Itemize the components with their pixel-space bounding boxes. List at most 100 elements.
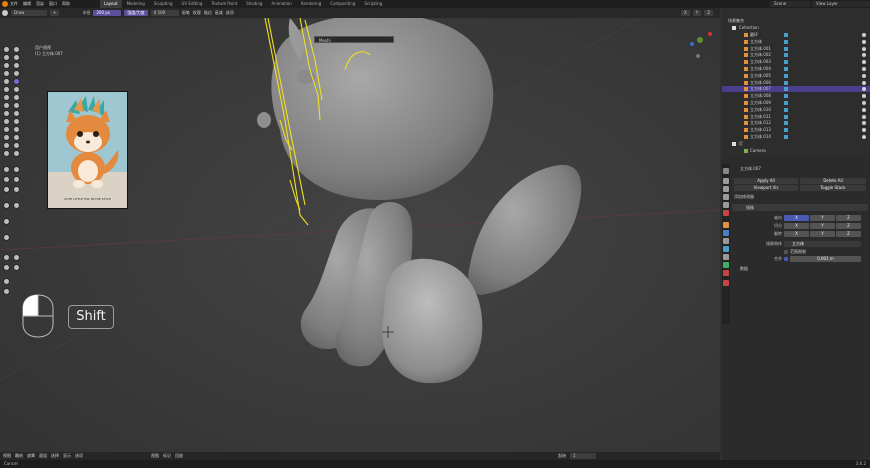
- outliner-item[interactable]: 立方体.002: [722, 52, 870, 58]
- menu-stroke[interactable]: 描边: [204, 10, 212, 16]
- menu-help[interactable]: 帮助: [62, 1, 70, 7]
- visibility-eye-icon[interactable]: [862, 46, 866, 51]
- timeline-menu-view[interactable]: 视图: [151, 453, 159, 459]
- scene-selector[interactable]: Scene: [770, 1, 810, 7]
- mirror-x-toggle[interactable]: X: [681, 10, 690, 16]
- data-section-header[interactable]: 数据: [740, 266, 748, 272]
- tool-box-hide-icon[interactable]: [3, 176, 10, 183]
- tool-transform-icon[interactable]: [13, 264, 20, 271]
- radius-field[interactable]: 200 px: [93, 10, 122, 16]
- bottom-menu-view[interactable]: 视图: [3, 453, 11, 459]
- delete-all-button[interactable]: Delete All: [800, 178, 866, 184]
- tab-animation[interactable]: Animation: [267, 0, 295, 8]
- tab-tool-icon[interactable]: [723, 168, 729, 174]
- bisect-x-toggle[interactable]: X: [784, 223, 809, 229]
- visibility-eye-icon[interactable]: [862, 67, 866, 71]
- tab-material-icon[interactable]: [723, 270, 729, 276]
- bottom-menu-options[interactable]: 选项: [75, 453, 83, 459]
- tab-constraints-icon[interactable]: [723, 254, 729, 260]
- bottom-menu-mask[interactable]: 遮罩: [27, 453, 35, 459]
- tool-scrape-icon[interactable]: [13, 86, 20, 93]
- menu-options[interactable]: 选项: [226, 10, 234, 16]
- bisect-z-toggle[interactable]: Z: [836, 223, 861, 229]
- timeline-menu-marker[interactable]: 标记: [163, 453, 171, 459]
- apply-all-button[interactable]: Apply All: [734, 178, 798, 184]
- brush-add-button[interactable]: +: [50, 10, 60, 16]
- menu-brush[interactable]: 画笔: [182, 10, 190, 16]
- tool-blob-icon[interactable]: [3, 70, 10, 77]
- axis-x-toggle[interactable]: X: [784, 215, 809, 221]
- tab-scripting[interactable]: Scripting: [360, 0, 386, 8]
- strength-field[interactable]: 0.500: [150, 10, 179, 16]
- flip-y-toggle[interactable]: Y: [810, 231, 835, 237]
- tab-uv-editing[interactable]: UV Editing: [178, 0, 207, 8]
- tool-measure-icon[interactable]: [3, 288, 10, 295]
- tab-layout[interactable]: Layout: [100, 0, 122, 8]
- visibility-eye-icon[interactable]: [862, 60, 866, 65]
- search-input[interactable]: Meshi: [314, 36, 394, 43]
- tool-annotate-icon[interactable]: [3, 278, 10, 285]
- merge-distance-field[interactable]: 0.001 m: [790, 256, 861, 262]
- tool-multiplane-icon[interactable]: [3, 94, 10, 101]
- tool-clay-icon[interactable]: [3, 54, 10, 61]
- tab-texture-paint[interactable]: Texture Paint: [207, 0, 241, 8]
- tab-data-icon[interactable]: [723, 262, 729, 268]
- viewport-vis-button[interactable]: Viewport Vis: [734, 185, 798, 191]
- axis-y-toggle[interactable]: Y: [810, 215, 835, 221]
- mirror-object-field[interactable]: 立方体: [784, 241, 861, 247]
- outliner-item[interactable]: 立方体.008: [722, 93, 870, 99]
- tool-snake-hook-icon[interactable]: [3, 110, 10, 117]
- visibility-eye-icon[interactable]: [862, 53, 866, 58]
- mirror-y-toggle[interactable]: Y: [692, 10, 702, 16]
- brush-selector[interactable]: Draw: [11, 10, 47, 16]
- visibility-eye-icon[interactable]: [862, 128, 866, 133]
- tool-cloth-icon[interactable]: [13, 134, 20, 141]
- tool-box-mask-icon[interactable]: [3, 166, 10, 173]
- tool-boundary-icon[interactable]: [3, 134, 10, 141]
- 3d-viewport[interactable]: Meshi 用户透视 (1) 立方体.007 CUTE LITTLE FOX I…: [0, 18, 720, 452]
- visibility-eye-icon[interactable]: [862, 107, 866, 112]
- clipping-checkbox[interactable]: [784, 250, 788, 254]
- visibility-eye-icon[interactable]: [862, 114, 866, 119]
- tool-pose-icon[interactable]: [3, 118, 10, 125]
- tool-draw-sharp-icon[interactable]: [13, 46, 20, 53]
- tab-render-icon[interactable]: [723, 178, 729, 184]
- visibility-eye-icon[interactable]: [862, 87, 866, 92]
- outliner-item[interactable]: 立方体.007: [722, 86, 870, 93]
- visibility-eye-icon[interactable]: [862, 135, 866, 139]
- tool-nudge-icon[interactable]: [13, 118, 20, 125]
- visibility-eye-icon[interactable]: [862, 80, 866, 85]
- tool-mesh-filter-icon[interactable]: [3, 202, 10, 209]
- tool-scale-icon[interactable]: [3, 264, 10, 271]
- toggle-stack-button[interactable]: Toggle Stack: [800, 185, 866, 191]
- tool-box-face-set-icon[interactable]: [13, 176, 20, 183]
- tab-world-icon[interactable]: [723, 210, 729, 216]
- tab-object-icon[interactable]: [723, 222, 729, 228]
- visibility-eye-icon[interactable]: [862, 33, 866, 37]
- tab-particles-icon[interactable]: [723, 238, 729, 244]
- frame-start-field[interactable]: 1: [570, 453, 596, 459]
- tool-lasso-mask-icon[interactable]: [13, 166, 20, 173]
- tab-shading[interactable]: Shading: [242, 0, 266, 8]
- tool-inflate-icon[interactable]: [13, 62, 20, 69]
- bottom-menu-face-sets[interactable]: 面组: [39, 453, 47, 459]
- add-modifier-button[interactable]: 添加修改器: [734, 194, 754, 200]
- outliner-camera[interactable]: Camera: [722, 148, 870, 154]
- tab-sculpting[interactable]: Sculpting: [150, 0, 177, 8]
- bisect-y-toggle[interactable]: Y: [810, 223, 835, 229]
- menu-texture[interactable]: 纹理: [193, 10, 201, 16]
- brush-icon[interactable]: [2, 10, 8, 16]
- tool-elastic-icon[interactable]: [13, 102, 20, 109]
- tool-clay-strips-icon[interactable]: [13, 54, 20, 61]
- outliner-item[interactable]: 立方体.011: [722, 114, 870, 120]
- tool-crease-icon[interactable]: [13, 70, 20, 77]
- outliner-item[interactable]: 立方体.010: [722, 107, 870, 113]
- tool-line-project-icon[interactable]: [13, 186, 20, 193]
- visibility-eye-icon[interactable]: [862, 39, 866, 44]
- tab-view-layer-icon[interactable]: [723, 194, 729, 200]
- menu-edit[interactable]: 编辑: [23, 1, 31, 7]
- tool-mask-icon[interactable]: [13, 142, 20, 149]
- menu-window[interactable]: 窗口: [49, 1, 57, 7]
- visibility-eye-icon[interactable]: [862, 94, 866, 99]
- visibility-eye-icon[interactable]: [862, 73, 866, 78]
